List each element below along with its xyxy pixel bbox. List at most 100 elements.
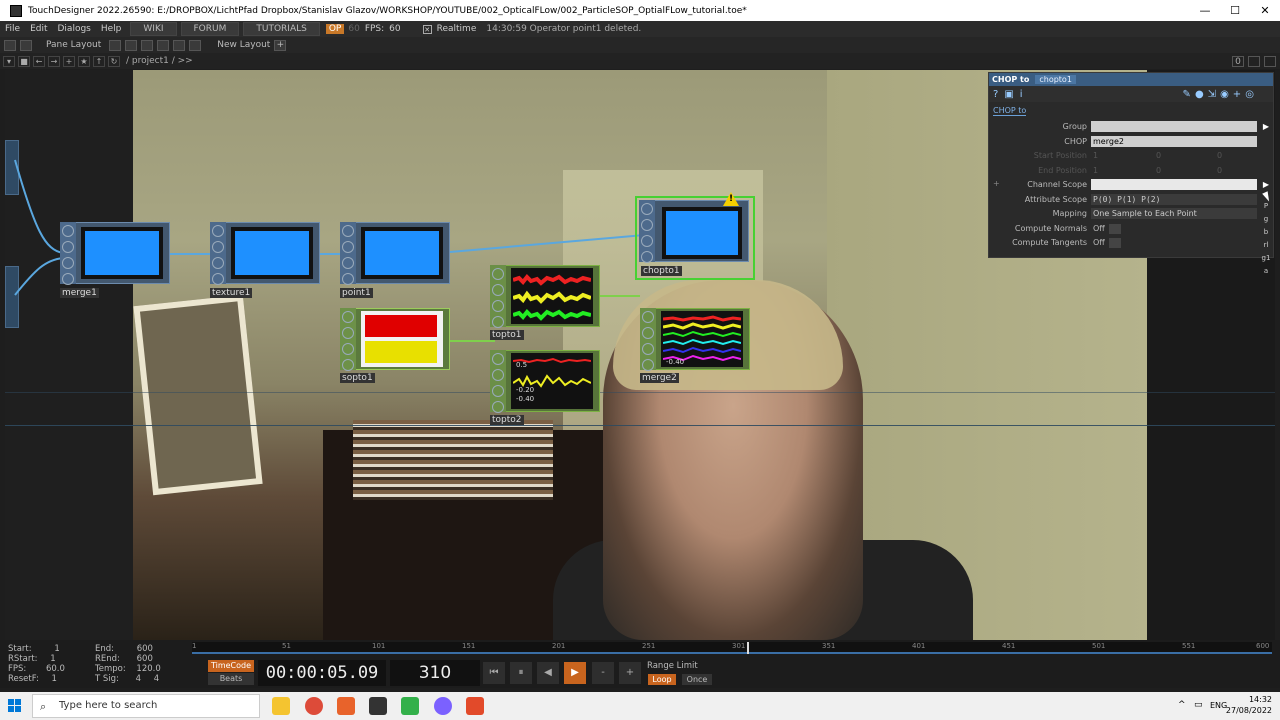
resetf-value[interactable]: 1 bbox=[52, 674, 57, 684]
node-texture1[interactable]: texture1 bbox=[210, 222, 322, 302]
app-icon[interactable] bbox=[337, 697, 355, 715]
layout-slot-6[interactable] bbox=[189, 39, 202, 51]
loop-button[interactable]: Loop bbox=[648, 674, 676, 685]
edit-icon[interactable]: ✎ bbox=[1183, 89, 1191, 100]
node-label[interactable]: topto2 bbox=[490, 415, 524, 425]
parent-icon[interactable]: ↑ bbox=[93, 55, 105, 67]
camtasia-icon[interactable] bbox=[401, 697, 419, 715]
once-button[interactable]: Once bbox=[682, 674, 712, 685]
pane-split-icon[interactable] bbox=[4, 39, 16, 51]
step-plus-icon[interactable]: + bbox=[619, 662, 641, 684]
playhead[interactable] bbox=[747, 642, 749, 654]
layout-slot-5[interactable] bbox=[173, 39, 186, 51]
start-value[interactable]: 1 bbox=[54, 644, 59, 654]
node-topto1[interactable]: topto1 bbox=[490, 265, 602, 343]
tsig-numerator[interactable]: 4 bbox=[136, 674, 141, 684]
forum-button[interactable]: FORUM bbox=[180, 22, 240, 36]
operator-name-field[interactable]: chopto1 bbox=[1035, 75, 1076, 84]
pause-icon[interactable]: ⏸ bbox=[510, 662, 532, 684]
expand-plus-icon[interactable]: + bbox=[993, 179, 1000, 188]
fps-value[interactable]: 60.0 bbox=[46, 664, 65, 674]
end-position-y[interactable]: 0 bbox=[1154, 165, 1204, 176]
touchdesigner-taskbar-icon[interactable] bbox=[369, 697, 387, 715]
info-icon[interactable]: i bbox=[1020, 89, 1023, 100]
new-layout-label[interactable]: New Layout bbox=[217, 40, 270, 50]
pane-close-icon[interactable] bbox=[20, 39, 32, 51]
compute-tangents-toggle[interactable] bbox=[1109, 238, 1121, 248]
warning-icon[interactable]: ! bbox=[723, 192, 739, 206]
app-red-icon[interactable] bbox=[466, 697, 484, 715]
wiki-button[interactable]: WIKI bbox=[130, 22, 177, 36]
maximize-pane-icon[interactable] bbox=[1248, 55, 1260, 67]
layout-slot-2[interactable] bbox=[125, 39, 138, 51]
chrome-icon[interactable] bbox=[305, 697, 323, 715]
file-explorer-icon[interactable] bbox=[272, 697, 290, 715]
tsig-denominator[interactable]: 4 bbox=[154, 674, 159, 684]
network-path[interactable]: / project1 / >> bbox=[126, 56, 193, 66]
network-icon[interactable]: ▭ bbox=[1194, 700, 1203, 710]
close-pane-icon[interactable] bbox=[1264, 55, 1276, 67]
current-time-display[interactable]: 00:00:05.09 bbox=[258, 660, 386, 686]
node-label[interactable]: topto1 bbox=[490, 330, 524, 340]
op-snippets-button[interactable]: OP bbox=[325, 24, 345, 34]
rstart-value[interactable]: 1 bbox=[50, 654, 55, 664]
play-icon[interactable]: ▶ bbox=[564, 662, 586, 684]
comment-icon[interactable]: ● bbox=[1195, 89, 1204, 100]
timecode-mode-button[interactable]: TimeCode bbox=[208, 660, 254, 672]
maximize-button[interactable]: ☐ bbox=[1220, 0, 1250, 21]
minimize-button[interactable]: — bbox=[1190, 0, 1220, 21]
rewind-to-start-icon[interactable]: ⏮ bbox=[483, 662, 505, 684]
layout-slot-1[interactable] bbox=[109, 39, 122, 51]
node-topto2[interactable]: 0.5 -0.20 -0.40 topto2 bbox=[490, 350, 602, 428]
bookmark-star-icon[interactable]: ★ bbox=[78, 55, 90, 67]
tutorials-button[interactable]: TUTORIALS bbox=[243, 22, 320, 36]
forward-icon[interactable]: → bbox=[48, 55, 60, 67]
node-label[interactable]: chopto1 bbox=[641, 266, 682, 276]
firefox-icon[interactable] bbox=[434, 697, 452, 715]
rend-value[interactable]: 600 bbox=[137, 654, 153, 664]
group-field[interactable] bbox=[1091, 121, 1257, 132]
node-label[interactable]: merge1 bbox=[60, 288, 99, 298]
menu-file[interactable]: File bbox=[0, 24, 25, 34]
start-position-x[interactable]: 1 bbox=[1091, 150, 1141, 161]
close-button[interactable]: ✕ bbox=[1250, 0, 1280, 21]
node-chopto1[interactable]: ! chopto1 bbox=[635, 192, 757, 282]
start-position-z[interactable]: 0 bbox=[1215, 150, 1255, 161]
node-sopto1[interactable]: sopto1 bbox=[340, 308, 452, 386]
python-help-icon[interactable]: ▣ bbox=[1004, 89, 1013, 100]
language-icon[interactable]: ◉ bbox=[1220, 89, 1229, 100]
menu-help[interactable]: Help bbox=[96, 24, 127, 34]
taskbar-search-input[interactable]: Type here to search bbox=[32, 694, 260, 718]
export-icon[interactable]: ⇲ bbox=[1208, 89, 1216, 100]
node-merge1[interactable]: merge1 bbox=[60, 222, 172, 302]
menu-edit[interactable]: Edit bbox=[25, 24, 52, 34]
back-icon[interactable]: ← bbox=[33, 55, 45, 67]
layout-slot-4[interactable] bbox=[157, 39, 170, 51]
add-icon[interactable]: + bbox=[1233, 89, 1241, 100]
dropdown-arrow-icon[interactable]: ▾ bbox=[3, 55, 15, 67]
clock[interactable]: 14:32 27/08/2022 bbox=[1226, 694, 1272, 716]
chop-field[interactable]: merge2 bbox=[1091, 135, 1257, 147]
menu-entry[interactable]: g bbox=[1258, 213, 1274, 226]
menu-entry[interactable]: a bbox=[1258, 265, 1274, 278]
language-indicator[interactable]: ENG bbox=[1210, 701, 1227, 710]
step-back-icon[interactable]: ◀ bbox=[537, 662, 559, 684]
end-value[interactable]: 600 bbox=[137, 644, 153, 654]
node-label[interactable]: texture1 bbox=[210, 288, 253, 298]
timeline-ruler[interactable]: 1 51 101 151 201 251 301 351 401 451 501… bbox=[192, 642, 1272, 654]
compute-normals-toggle[interactable] bbox=[1109, 223, 1121, 234]
beats-mode-button[interactable]: Beats bbox=[208, 673, 254, 685]
end-position-z[interactable]: 0 bbox=[1215, 165, 1255, 176]
home-icon[interactable]: + bbox=[63, 55, 75, 67]
channel-scope-menu-arrow-icon[interactable]: ▶ bbox=[1263, 180, 1269, 189]
attribute-scope-field[interactable]: P(0) P(1) P(2) bbox=[1091, 193, 1257, 205]
tab-chop-to[interactable]: CHOP to bbox=[993, 106, 1027, 116]
windows-start-icon[interactable] bbox=[8, 699, 22, 713]
node-merge2[interactable]: -0.40 merge2 bbox=[640, 308, 752, 386]
tempo-value[interactable]: 120.0 bbox=[136, 664, 160, 674]
current-frame-display[interactable]: 310 bbox=[390, 660, 480, 686]
node-label[interactable]: merge2 bbox=[640, 373, 679, 383]
node-point1[interactable]: point1 bbox=[340, 222, 452, 302]
start-position-y[interactable]: 0 bbox=[1154, 150, 1204, 161]
group-menu-arrow-icon[interactable]: ▶ bbox=[1263, 122, 1269, 131]
